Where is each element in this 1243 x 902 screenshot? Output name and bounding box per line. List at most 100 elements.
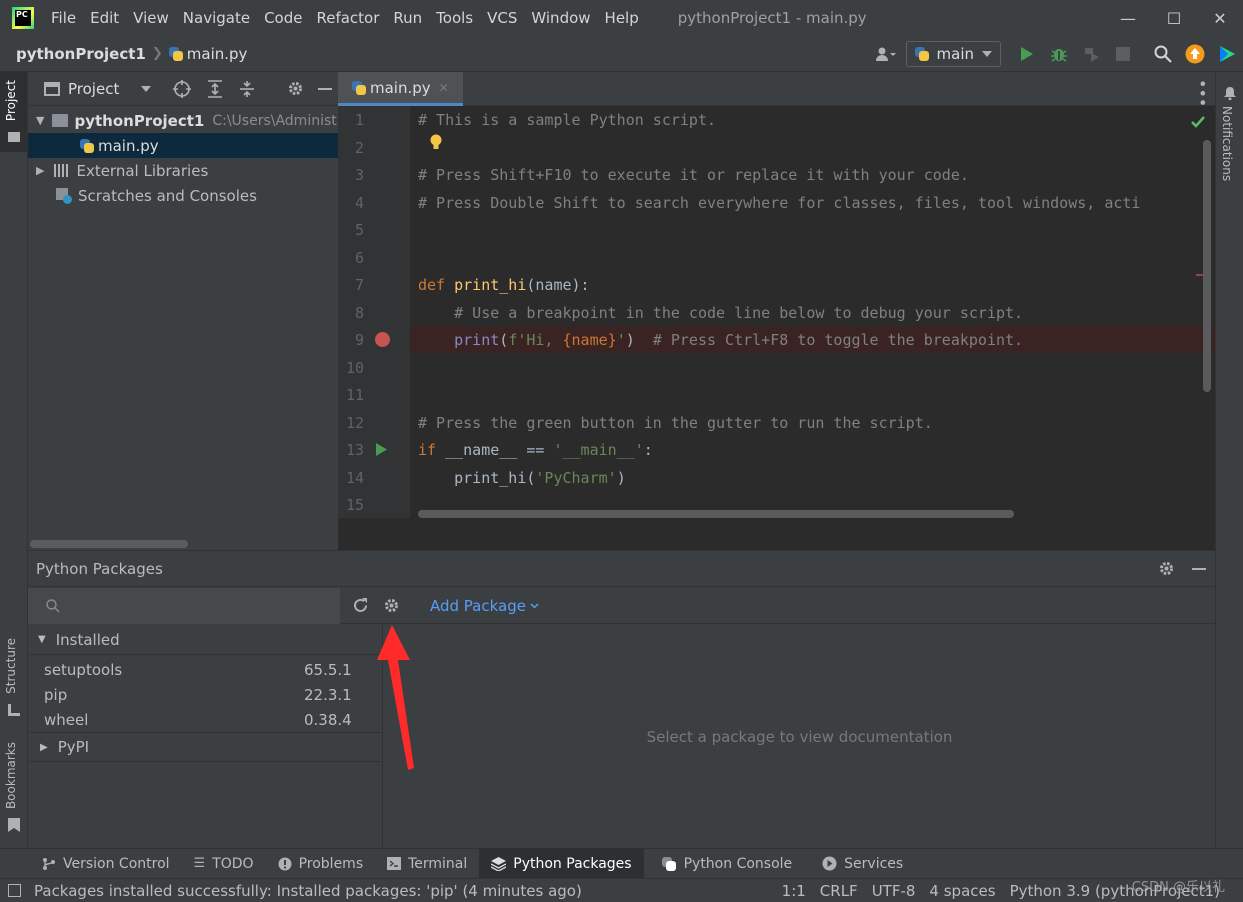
tool-tab-python-packages[interactable]: Python Packages [479, 848, 644, 879]
status-toggle-icon[interactable] [8, 884, 21, 897]
search-icon[interactable] [1147, 36, 1179, 72]
code-line-14[interactable]: print_hi('PyCharm') [418, 469, 626, 487]
run-icon[interactable] [1011, 36, 1043, 72]
code-line-4[interactable]: # Press Double Shift to search everywher… [418, 194, 1215, 212]
tool-tab-services[interactable]: Services [810, 849, 915, 879]
editor-tab-main-py[interactable]: main.py ✕ [338, 72, 463, 106]
menu-tools[interactable]: Tools [429, 9, 480, 27]
close-button[interactable]: ✕ [1197, 0, 1243, 36]
structure-tool-tab[interactable]: Structure [0, 632, 27, 722]
line-number: 9 [354, 331, 364, 349]
tree-item-external-libraries[interactable]: ▶ External Libraries [28, 158, 338, 183]
lightbulb-icon[interactable] [429, 134, 443, 152]
project-tool-tab[interactable]: Project [0, 72, 27, 152]
code-comment: # Press Ctrl+F8 to toggle the breakpoint… [652, 331, 1024, 349]
chevron-right-icon[interactable]: ▶ [36, 164, 44, 177]
code-comment: # Use a breakpoint in the code line belo… [418, 304, 1024, 322]
project-panel-title[interactable]: Project [68, 80, 119, 98]
list-item[interactable]: wheel 0.38.4 [28, 707, 382, 732]
tree-item-scratches[interactable]: Scratches and Consoles [28, 183, 338, 208]
tree-item-project-root[interactable]: ▼ pythonProject1 C:\Users\Administ [28, 108, 338, 133]
update-icon[interactable] [1179, 36, 1211, 72]
notifications-tool-tab[interactable]: Notifications [1216, 80, 1243, 190]
hide-panel-icon[interactable] [1192, 568, 1206, 570]
list-item[interactable]: pip 22.3.1 [28, 682, 382, 707]
pypi-section-header[interactable]: ▶ PyPI [28, 732, 382, 762]
menu-navigate[interactable]: Navigate [176, 9, 257, 27]
menu-refactor[interactable]: Refactor [309, 9, 386, 27]
checkmark-icon[interactable] [1191, 116, 1205, 128]
hide-panel-icon[interactable] [318, 87, 333, 90]
run-configuration-select[interactable]: main [905, 41, 1001, 67]
code-line-12[interactable]: # Press the green button in the gutter t… [418, 414, 933, 432]
expand-all-icon[interactable] [207, 79, 223, 98]
project-horizontal-scrollbar[interactable] [30, 540, 188, 548]
code-comment: # This is a sample Python script. [418, 111, 717, 129]
debug-icon[interactable] [1043, 36, 1075, 72]
toolbox-icon[interactable] [1211, 36, 1243, 72]
tool-tab-terminal[interactable]: Terminal [375, 849, 479, 879]
tool-tab-todo[interactable]: ☰ TODO [182, 849, 266, 879]
title-bar: PC File Edit View Navigate Code Refactor… [0, 0, 1243, 36]
code-line-3[interactable]: # Press Shift+F10 to execute it or repla… [418, 166, 969, 184]
run-configuration-label: main [936, 45, 974, 63]
code-keyword: if [418, 441, 446, 459]
gear-icon[interactable] [383, 597, 400, 614]
breadcrumb-file[interactable]: main.py [168, 45, 247, 63]
package-search-input[interactable] [28, 588, 340, 624]
code-line-1[interactable]: # This is a sample Python script. [418, 111, 716, 129]
menu-vcs[interactable]: VCS [480, 9, 524, 27]
menu-run[interactable]: Run [386, 9, 429, 27]
package-version: 65.5.1 [304, 660, 352, 679]
indent-setting[interactable]: 4 spaces [922, 882, 1002, 900]
coverage-icon[interactable] [1075, 36, 1107, 72]
gear-icon[interactable] [287, 80, 304, 97]
line-number: 1 [354, 111, 364, 129]
menu-file[interactable]: File [44, 9, 83, 27]
menu-edit[interactable]: Edit [83, 9, 126, 27]
installed-section-header[interactable]: ▼ Installed [28, 625, 382, 655]
more-options-icon[interactable]: ••• [1193, 79, 1212, 107]
file-encoding[interactable]: UTF-8 [865, 882, 923, 900]
code-line-7[interactable]: def print_hi(name): [418, 276, 590, 294]
menu-code[interactable]: Code [257, 9, 309, 27]
breakpoint-icon[interactable] [375, 332, 390, 347]
stop-icon[interactable] [1107, 36, 1139, 72]
list-item[interactable]: setuptools 65.5.1 [28, 657, 382, 682]
refresh-icon[interactable] [352, 597, 369, 614]
bookmarks-tool-tab[interactable]: Bookmarks [0, 740, 27, 840]
tree-item-main-py[interactable]: main.py [28, 133, 338, 158]
python-packages-header: Python Packages [28, 551, 1215, 587]
user-icon[interactable] [866, 36, 906, 72]
line-separator[interactable]: CRLF [813, 882, 865, 900]
code-line-9[interactable]: print(f'Hi, {name}') # Press Ctrl+F8 to … [418, 331, 1023, 349]
gear-icon[interactable] [1158, 560, 1175, 577]
breadcrumb-project[interactable]: pythonProject1 [16, 45, 146, 63]
python-icon [661, 856, 676, 871]
logo-text: PC [15, 10, 31, 26]
editor-horizontal-scrollbar[interactable] [418, 510, 1014, 518]
locate-icon[interactable] [173, 79, 192, 98]
tool-tab-problems[interactable]: Problems [266, 849, 376, 879]
chevron-down-icon[interactable]: ▼ [36, 114, 44, 127]
chevron-down-icon[interactable] [141, 85, 152, 92]
editor-vertical-scrollbar[interactable] [1203, 140, 1211, 392]
tool-tab-python-console[interactable]: Python Console [650, 849, 805, 879]
tool-tab-version-control[interactable]: Version Control [30, 849, 182, 879]
maximize-button[interactable]: ☐ [1151, 0, 1197, 36]
minimize-button[interactable]: — [1105, 0, 1151, 36]
status-message[interactable]: Packages installed successfully: Install… [34, 882, 582, 900]
caret-position[interactable]: 1:1 [775, 882, 813, 900]
code-line-8[interactable]: # Use a breakpoint in the code line belo… [418, 304, 1023, 322]
menu-view[interactable]: View [126, 9, 176, 27]
menu-window[interactable]: Window [524, 9, 597, 27]
menu-help[interactable]: Help [598, 9, 646, 27]
run-gutter-icon[interactable] [376, 443, 387, 456]
structure-tab-label: Structure [4, 638, 18, 694]
add-package-button[interactable]: Add Package [430, 597, 539, 615]
line-number: 4 [354, 194, 364, 212]
close-tab-icon[interactable]: ✕ [439, 81, 449, 95]
collapse-all-icon[interactable] [239, 80, 255, 98]
python-file-icon [80, 138, 94, 153]
code-line-13[interactable]: if __name__ == '__main__': [418, 441, 653, 459]
